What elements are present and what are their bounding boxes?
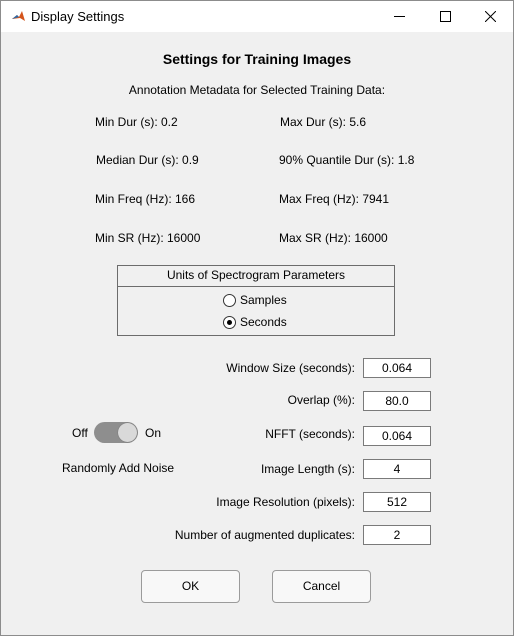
nfft-input[interactable]: 0.064 [363,426,431,446]
overlap-input[interactable]: 80.0 [363,391,431,411]
radio-seconds-circle[interactable] [223,315,236,329]
toggle-knob[interactable] [118,423,137,442]
radio-samples[interactable]: Samples [223,293,287,307]
units-panel: Units of Spectrogram Parameters Samples … [117,265,395,336]
min-duration-label: Min Dur (s): 0.2 [95,115,178,129]
quantile-duration-label: 90% Quantile Dur (s): 1.8 [279,153,415,167]
radio-seconds[interactable]: Seconds [223,315,287,329]
page-title: Settings for Training Images [162,51,352,67]
metadata-subtitle: Annotation Metadata for Selected Trainin… [128,83,386,97]
close-icon [484,11,496,22]
ok-button[interactable]: OK [141,570,240,603]
radio-samples-circle[interactable] [223,293,236,307]
cancel-button[interactable]: Cancel [272,570,371,603]
close-button[interactable] [467,1,513,32]
window-size-input[interactable]: 0.064 [363,358,431,378]
radio-seconds-label: Seconds [240,315,287,329]
nfft-label: NFFT (seconds): [265,427,355,441]
image-resolution-label: Image Resolution (pixels): [216,495,355,509]
window-title: Display Settings [31,9,125,24]
title-bar: Display Settings [1,1,513,32]
max-duration-label: Max Dur (s): 5.6 [280,115,367,129]
overlap-label: Overlap (%): [287,393,355,407]
maximize-button[interactable] [422,1,468,32]
matlab-logo-icon [11,9,26,24]
image-length-label: Image Length (s): [260,462,355,476]
image-resolution-input[interactable]: 512 [363,492,431,512]
median-duration-label: Median Dur (s): 0.9 [96,153,199,167]
window-size-label: Window Size (seconds): [226,361,355,375]
noise-toggle-switch[interactable] [94,422,138,443]
maximize-icon [439,11,451,22]
noise-off-label: Off [72,426,88,440]
augmented-duplicates-label: Number of augmented duplicates: [174,528,355,542]
min-samplerate-label: Min SR (Hz): 16000 [95,231,201,245]
radio-samples-label: Samples [240,293,287,307]
noise-on-label: On [145,426,162,440]
minimize-button[interactable] [376,1,422,32]
units-panel-title: Units of Spectrogram Parameters [118,266,394,287]
image-length-input[interactable]: 4 [363,459,431,479]
max-frequency-label: Max Freq (Hz): 7941 [279,192,390,206]
augmented-duplicates-input[interactable]: 2 [363,525,431,545]
dialog-window: Display Settings Settings for Training I… [0,0,514,636]
max-samplerate-label: Max SR (Hz): 16000 [279,231,388,245]
minimize-icon [393,16,405,17]
min-frequency-label: Min Freq (Hz): 166 [95,192,196,206]
random-noise-label: Randomly Add Noise [62,461,175,475]
